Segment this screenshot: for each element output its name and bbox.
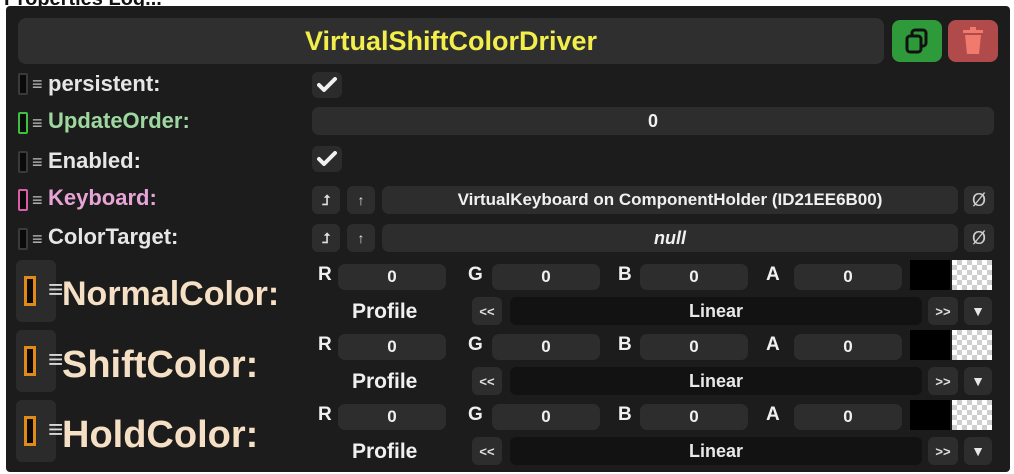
drag-handle-icon[interactable]: ≡: [32, 114, 43, 132]
clear-reference-button[interactable]: Ø: [964, 224, 994, 252]
profile-label: Profile: [352, 370, 418, 393]
drag-handle-icon[interactable]: ≡: [48, 276, 63, 302]
a-input[interactable]: 0: [794, 334, 902, 360]
field-label: NormalColor:: [62, 275, 280, 313]
color-preview-swatch[interactable]: [910, 260, 950, 290]
duplicate-button[interactable]: [892, 20, 942, 62]
jump-to-button[interactable]: ⮥: [312, 186, 340, 214]
channel-label-g: G: [468, 264, 483, 285]
channel-label-a: A: [766, 404, 780, 425]
channel-label-g: G: [468, 334, 483, 355]
r-input[interactable]: 0: [338, 334, 446, 360]
color-target-reference-field[interactable]: null: [382, 224, 958, 252]
alpha-preview-swatch[interactable]: [952, 400, 992, 430]
ref-type-icon: [18, 228, 28, 250]
component-title: VirtualShiftColorDriver: [18, 18, 884, 64]
profile-prev-button[interactable]: <<: [472, 297, 502, 325]
a-input[interactable]: 0: [794, 264, 902, 290]
channel-label-r: R: [318, 334, 332, 355]
profile-value: Linear: [510, 367, 922, 395]
jump-to-button[interactable]: ⮥: [312, 224, 340, 252]
checkmark-icon: [317, 151, 337, 166]
channel-label-b: B: [618, 264, 632, 285]
update-order-input[interactable]: 0: [312, 107, 994, 135]
drag-handle-icon[interactable]: ≡: [32, 191, 43, 209]
field-label: Enabled:: [48, 148, 141, 173]
channel-label-b: B: [618, 334, 632, 355]
profile-dropdown-button[interactable]: ▼: [964, 437, 992, 465]
channel-label-b: B: [618, 404, 632, 425]
profile-label: Profile: [352, 300, 418, 323]
channel-label-g: G: [468, 404, 483, 425]
profile-next-button[interactable]: >>: [928, 367, 958, 395]
up-button[interactable]: ↑: [347, 224, 375, 252]
field-label: ColorTarget:: [48, 224, 179, 249]
r-input[interactable]: 0: [338, 404, 446, 430]
component-panel: VirtualShiftColorDriver ≡ persistent: ≡ …: [6, 6, 1010, 472]
up-button[interactable]: ↑: [347, 186, 375, 214]
profile-dropdown-button[interactable]: ▼: [964, 297, 992, 325]
channel-label-r: R: [318, 404, 332, 425]
duplicate-icon: [905, 28, 928, 54]
field-label: persistent:: [48, 71, 161, 96]
drag-handle-icon[interactable]: ≡: [48, 416, 63, 442]
g-input[interactable]: 0: [492, 264, 600, 290]
channel-label-a: A: [766, 264, 780, 285]
ref-type-icon: [18, 112, 28, 134]
alpha-preview-swatch[interactable]: [952, 330, 992, 360]
b-input[interactable]: 0: [640, 404, 748, 430]
drag-handle-icon[interactable]: ≡: [32, 230, 43, 248]
color-preview-swatch[interactable]: [910, 330, 950, 360]
a-input[interactable]: 0: [794, 404, 902, 430]
b-input[interactable]: 0: [640, 334, 748, 360]
channel-label-a: A: [766, 334, 780, 355]
g-input[interactable]: 0: [492, 404, 600, 430]
profile-label: Profile: [352, 440, 418, 463]
ref-type-icon: [18, 189, 28, 211]
drag-handle-icon[interactable]: ≡: [32, 75, 43, 93]
profile-prev-button[interactable]: <<: [472, 367, 502, 395]
alpha-preview-swatch[interactable]: [952, 260, 992, 290]
persistent-checkbox[interactable]: [312, 72, 342, 98]
profile-value: Linear: [510, 297, 922, 325]
color-preview-swatch[interactable]: [910, 400, 950, 430]
drag-handle-icon[interactable]: ≡: [32, 153, 43, 171]
field-label: UpdateOrder:: [48, 108, 190, 133]
clear-reference-button[interactable]: Ø: [964, 186, 994, 214]
channel-label-r: R: [318, 264, 332, 285]
field-label: HoldColor:: [62, 414, 259, 456]
profile-next-button[interactable]: >>: [928, 437, 958, 465]
ref-type-icon: [18, 151, 28, 173]
field-label: ShiftColor:: [62, 344, 259, 386]
g-input[interactable]: 0: [492, 334, 600, 360]
profile-value: Linear: [510, 437, 922, 465]
delete-button[interactable]: [948, 20, 998, 62]
drag-handle-icon[interactable]: ≡: [48, 346, 63, 372]
ref-type-icon: [18, 73, 28, 95]
profile-next-button[interactable]: >>: [928, 297, 958, 325]
enabled-checkbox[interactable]: [312, 146, 342, 172]
profile-dropdown-button[interactable]: ▼: [964, 367, 992, 395]
trash-icon: [963, 27, 983, 54]
checkmark-icon: [317, 77, 337, 92]
b-input[interactable]: 0: [640, 264, 748, 290]
profile-prev-button[interactable]: <<: [472, 437, 502, 465]
field-label: Keyboard:: [48, 185, 157, 210]
keyboard-reference-field[interactable]: VirtualKeyboard on ComponentHolder (ID21…: [382, 186, 958, 214]
r-input[interactable]: 0: [338, 264, 446, 290]
